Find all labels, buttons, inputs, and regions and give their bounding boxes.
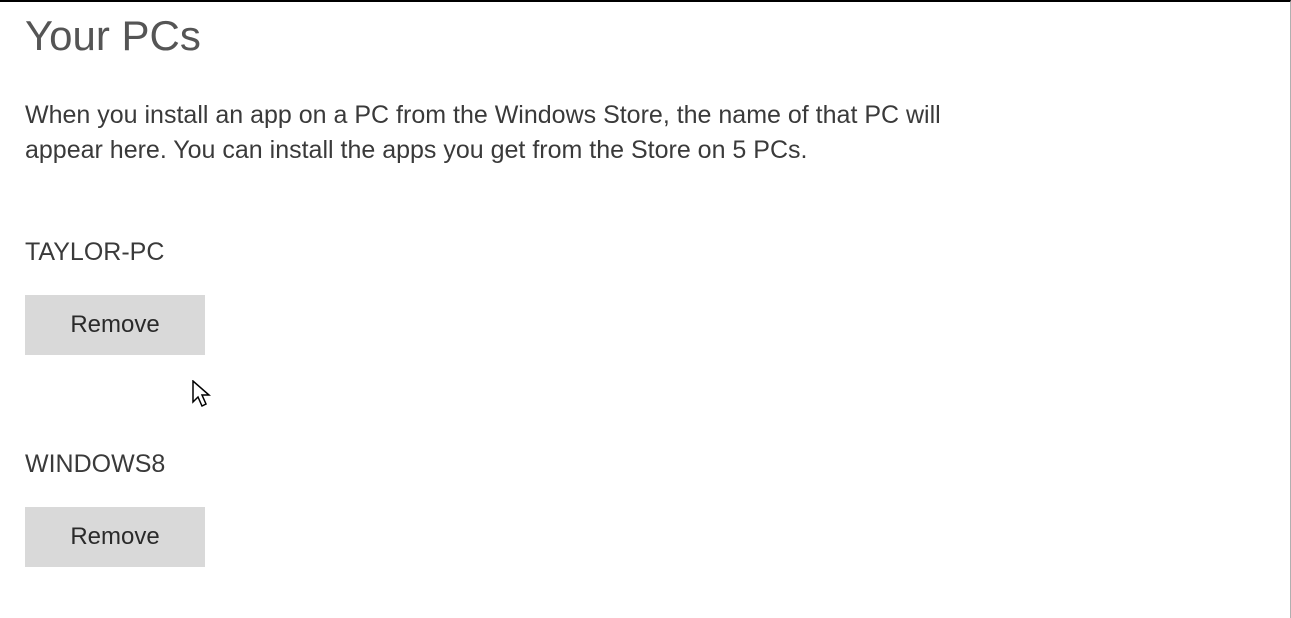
your-pcs-panel: Your PCs When you install an app on a PC… xyxy=(0,2,1290,567)
pc-name: WINDOWS8 xyxy=(25,450,1290,479)
pc-name: TAYLOR-PC xyxy=(25,238,1290,267)
remove-button[interactable]: Remove xyxy=(25,507,205,567)
remove-button[interactable]: Remove xyxy=(25,295,205,355)
page-description: When you install an app on a PC from the… xyxy=(25,98,1025,168)
pc-entry: TAYLOR-PC Remove xyxy=(25,238,1290,355)
page-title: Your PCs xyxy=(25,12,1290,60)
pc-entry: WINDOWS8 Remove xyxy=(25,450,1290,567)
